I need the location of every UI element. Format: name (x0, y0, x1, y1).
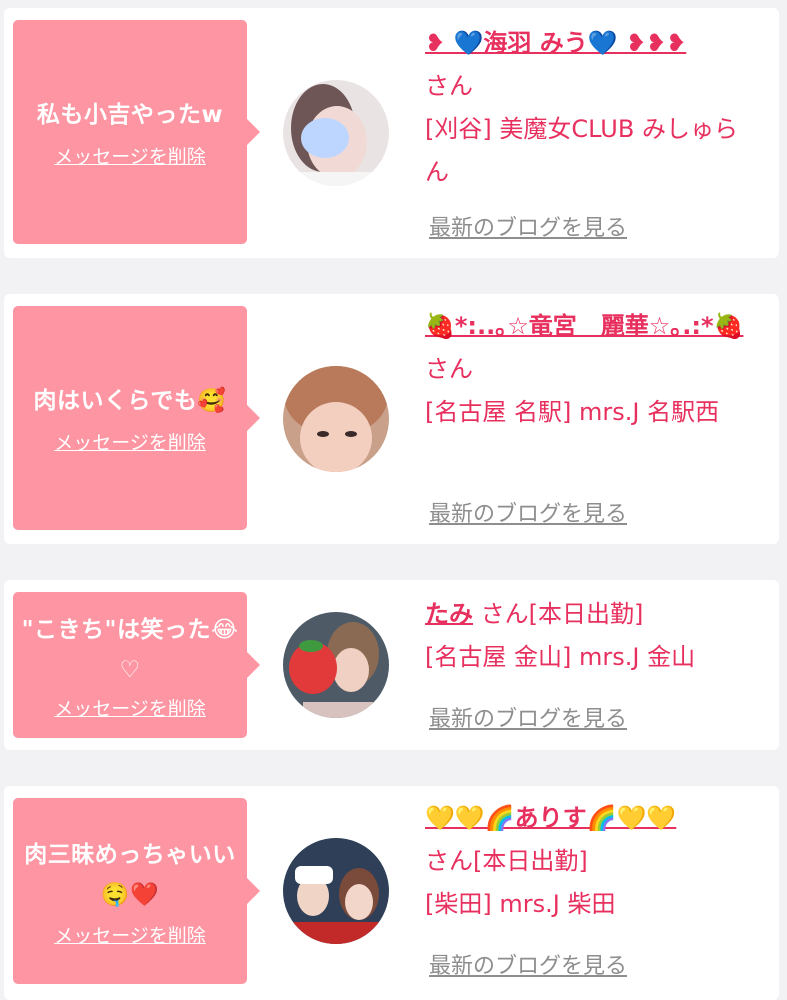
name-suffix: さん[本日出勤] (425, 847, 588, 875)
message-bubble: 肉三昧めっちゃいい🤤❤️ メッセージを削除 (13, 798, 260, 984)
avatar[interactable] (283, 366, 389, 472)
latest-blog-link[interactable]: 最新のブログを見る (429, 948, 627, 980)
avatar[interactable] (283, 80, 389, 186)
avatar-photo (283, 838, 389, 944)
shop-name: [柴田] mrs.J 柴田 (425, 890, 616, 918)
delete-message-link[interactable]: メッセージを削除 (54, 142, 206, 169)
message-bubble: "こきち"は笑った😂♡ メッセージを削除 (13, 592, 260, 738)
latest-blog-link[interactable]: 最新のブログを見る (429, 701, 627, 733)
avatar-photo (283, 612, 389, 718)
profile-info: 🍓*:..｡☆竜宮 麗華☆｡.:*🍓 さん [名古屋 名駅] mrs.J 名駅西 (425, 305, 760, 434)
avatar[interactable] (283, 838, 389, 944)
profile-info: たみ さん[本日出勤] [名古屋 金山] mrs.J 金山 (425, 593, 760, 679)
shop-name: [名古屋 名駅] mrs.J 名駅西 (425, 398, 720, 426)
latest-blog-link[interactable]: 最新のブログを見る (429, 496, 627, 528)
profile-name-link[interactable]: ❥ 💙海羽 みう💙 ❥❥❥ (425, 29, 686, 57)
message-text: 肉三昧めっちゃいい🤤❤️ (24, 841, 236, 908)
message-text: "こきち"は笑った😂♡ (21, 616, 239, 683)
name-suffix: さん[本日出勤] (480, 600, 644, 628)
shop-name: [刈谷] 美魔女CLUB みしゅらん (425, 115, 738, 186)
delete-message-link[interactable]: メッセージを削除 (54, 921, 206, 948)
message-text: 私も小吉やったw (36, 101, 224, 128)
delete-message-link[interactable]: メッセージを削除 (54, 694, 206, 721)
message-text: 肉はいくらでも🥰 (33, 387, 227, 414)
profile-info: ❥ 💙海羽 みう💙 ❥❥❥ さん [刈谷] 美魔女CLUB みしゅらん (425, 22, 760, 194)
profile-name-link[interactable]: たみ (425, 600, 473, 628)
profile-name-link[interactable]: 🍓*:..｡☆竜宮 麗華☆｡.:*🍓 (425, 312, 743, 340)
delete-message-link[interactable]: メッセージを削除 (54, 428, 206, 455)
name-suffix: さん (425, 72, 473, 100)
shop-name: [名古屋 金山] mrs.J 金山 (425, 643, 696, 671)
latest-blog-link[interactable]: 最新のブログを見る (429, 210, 627, 242)
profile-name-link[interactable]: 💛💛🌈ありす🌈💛💛 (425, 804, 676, 832)
message-bubble: 肉はいくらでも🥰 メッセージを削除 (13, 306, 260, 530)
profile-info: 💛💛🌈ありす🌈💛💛 さん[本日出勤] [柴田] mrs.J 柴田 (425, 797, 760, 926)
name-suffix: さん (425, 355, 473, 383)
avatar-photo (283, 80, 389, 186)
avatar-photo (283, 366, 389, 472)
avatar[interactable] (283, 612, 389, 718)
message-bubble: 私も小吉やったw メッセージを削除 (13, 20, 260, 244)
